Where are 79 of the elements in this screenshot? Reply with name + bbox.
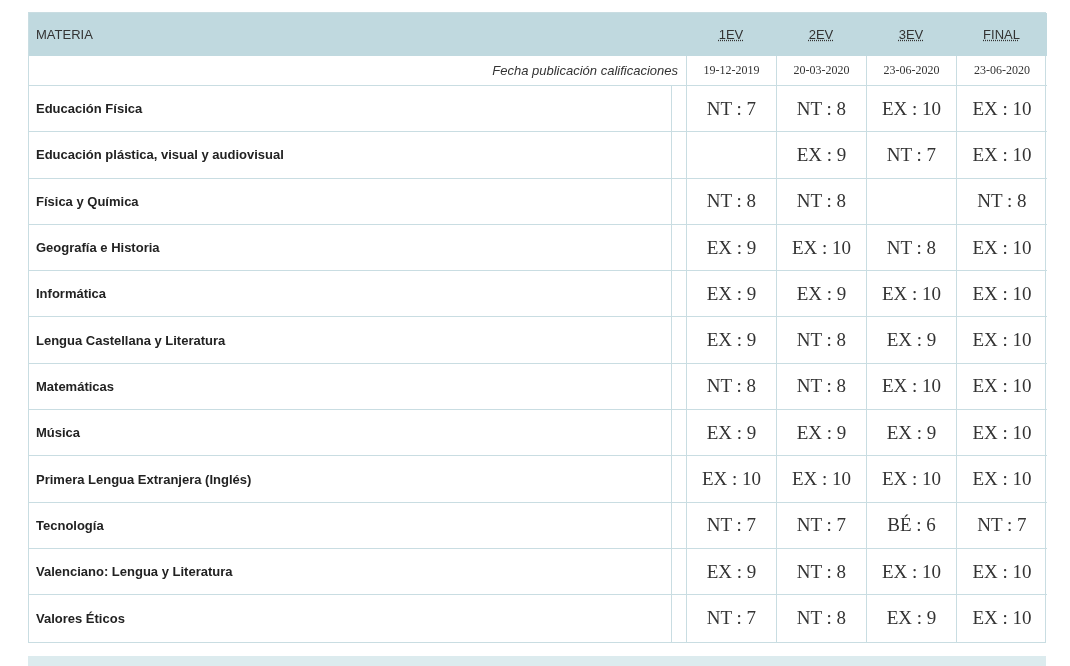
dates-label: Fecha publicación calificaciones bbox=[29, 56, 686, 86]
spacer-cell bbox=[671, 456, 686, 503]
grade-cell: EX : 10 bbox=[866, 363, 956, 411]
subject-name: Geografía e Historia bbox=[29, 224, 671, 272]
publication-date: 19-12-2019 bbox=[686, 56, 776, 86]
spacer-cell bbox=[671, 317, 686, 364]
grade-cell: EX : 9 bbox=[776, 410, 866, 457]
grade-cell: NT : 7 bbox=[956, 502, 1047, 549]
grade-cell: EX : 9 bbox=[866, 410, 956, 457]
subject-name: Valores Éticos bbox=[35, 609, 126, 628]
spacer-cell bbox=[671, 271, 686, 318]
grade-cell: NT : 8 bbox=[686, 178, 776, 225]
grade-cell: EX : 10 bbox=[956, 271, 1047, 318]
grade-cell: NT : 8 bbox=[956, 178, 1047, 225]
grade-cell: EX : 10 bbox=[866, 86, 956, 133]
grade-cell: NT : 8 bbox=[776, 317, 866, 364]
grade-cell: EX : 10 bbox=[866, 548, 956, 596]
grade-cell: EX : 10 bbox=[776, 224, 866, 272]
grade-cell: EX : 9 bbox=[776, 132, 866, 179]
grade-cell: NT : 7 bbox=[686, 86, 776, 133]
grade-cell: NT : 7 bbox=[866, 132, 956, 179]
grade-cell: EX : 10 bbox=[686, 456, 776, 503]
grade-cell: BÉ : 6 bbox=[866, 502, 956, 549]
subject-name: Educación plástica, visual y audiovisual bbox=[29, 132, 671, 179]
column-header: 2EV bbox=[776, 13, 866, 56]
grade-cell: NT : 8 bbox=[776, 178, 866, 225]
grade-cell: NT : 8 bbox=[686, 363, 776, 411]
spacer-cell bbox=[671, 224, 686, 272]
grade-cell: EX : 10 bbox=[956, 456, 1047, 503]
grade-cell: EX : 9 bbox=[866, 595, 956, 642]
spacer-cell bbox=[671, 363, 686, 411]
publication-date: 23-06-2020 bbox=[866, 56, 956, 86]
grade-cell: EX : 10 bbox=[866, 271, 956, 318]
grade-cell: EX : 9 bbox=[686, 271, 776, 318]
grade-cell: EX : 10 bbox=[956, 224, 1047, 272]
spacer-cell bbox=[671, 86, 686, 133]
grade-cell: NT : 7 bbox=[776, 502, 866, 549]
subject-name: Lengua Castellana y Literatura bbox=[29, 317, 671, 364]
subject-name: Valenciano: Lengua y Literatura bbox=[29, 548, 671, 596]
grade-cell: EX : 9 bbox=[686, 548, 776, 596]
subject-name: Tecnología bbox=[29, 502, 671, 549]
subject-name: Música bbox=[29, 410, 671, 457]
grade-cell: EX : 9 bbox=[686, 317, 776, 364]
grade-cell: NT : 8 bbox=[776, 363, 866, 411]
subject-name: Educación Física bbox=[29, 86, 671, 133]
publication-date: 20-03-2020 bbox=[776, 56, 866, 86]
grade-cell: NT : 7 bbox=[686, 595, 776, 642]
grade-cell: EX : 9 bbox=[686, 410, 776, 457]
grade-cell: NT : 8 bbox=[776, 595, 866, 642]
spacer-cell bbox=[671, 502, 686, 549]
grade-cell: EX : 9 bbox=[866, 317, 956, 364]
grade-cell: EX : 10 bbox=[956, 86, 1047, 133]
publication-date: 23-06-2020 bbox=[956, 56, 1047, 86]
column-header: 1EV bbox=[686, 13, 776, 56]
subject-name: Informática bbox=[29, 271, 671, 318]
grade-cell: NT : 8 bbox=[866, 224, 956, 272]
grade-cell: EX : 10 bbox=[956, 363, 1047, 411]
grade-cell: EX : 9 bbox=[686, 224, 776, 272]
column-header: MATERIA bbox=[29, 13, 671, 56]
subject-name: Matemáticas bbox=[29, 363, 671, 411]
spacer-cell bbox=[671, 410, 686, 457]
grade-cell: NT : 8 bbox=[776, 86, 866, 133]
grade-cell: NT : 7 bbox=[686, 502, 776, 549]
spacer-cell bbox=[671, 548, 686, 596]
grade-cell: EX : 10 bbox=[956, 548, 1047, 596]
subject-name: Física y Química bbox=[29, 178, 671, 225]
grade-cell: EX : 10 bbox=[956, 132, 1047, 179]
column-header: FINAL bbox=[956, 13, 1047, 56]
grade-cell: EX : 10 bbox=[956, 595, 1047, 642]
grade-cell: EX : 9 bbox=[776, 271, 866, 318]
grade-cell: EX : 10 bbox=[956, 317, 1047, 364]
grade-cell: NT : 8 bbox=[776, 548, 866, 596]
grade-cell: EX : 10 bbox=[866, 456, 956, 503]
subject-name: Primera Lengua Extranjera (Inglés) bbox=[29, 456, 671, 503]
spacer-cell bbox=[671, 178, 686, 225]
grade-cell: EX : 10 bbox=[956, 410, 1047, 457]
spacer-cell bbox=[671, 132, 686, 179]
grade-cell: EX : 10 bbox=[776, 456, 866, 503]
column-header: 3EV bbox=[866, 13, 956, 56]
